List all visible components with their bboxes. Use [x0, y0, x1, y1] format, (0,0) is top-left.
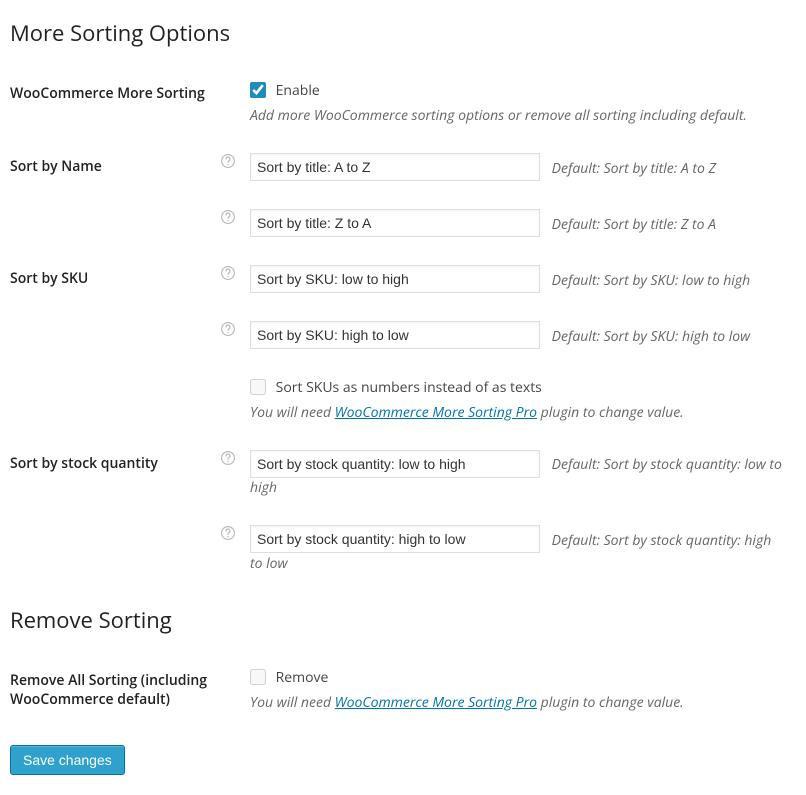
label-sort-by-stock: Sort by stock quantity: [10, 436, 220, 512]
remove-pro-note: You will need WooCommerce More Sorting P…: [250, 693, 786, 712]
sku-numbers-checkbox-label: Sort SKUs as numbers instead of as texts: [276, 378, 542, 397]
help-icon[interactable]: [220, 209, 236, 225]
sort-sku-high-input[interactable]: [250, 321, 540, 349]
label-woocommerce-more-sorting: WooCommerce More Sorting: [10, 66, 220, 139]
label-sort-by-name: Sort by Name: [10, 139, 220, 195]
sort-sku-low-default: Default: Sort by SKU: low to high: [552, 271, 751, 290]
sort-name-desc-default: Default: Sort by title: Z to A: [552, 215, 716, 234]
sku-pro-note: You will need WooCommerce More Sorting P…: [250, 403, 786, 422]
sort-name-desc-input[interactable]: [250, 209, 540, 237]
sort-sku-high-default: Default: Sort by SKU: high to low: [552, 327, 751, 346]
sort-name-asc-input[interactable]: [250, 153, 540, 181]
remove-checkbox-label: Remove: [276, 668, 329, 687]
enable-description: Add more WooCommerce sorting options or …: [250, 106, 786, 125]
enable-checkbox-label: Enable: [276, 81, 320, 100]
sku-pro-note-prefix: You will need: [250, 403, 335, 422]
remove-checkbox: [250, 669, 266, 685]
sort-stock-low-input[interactable]: [250, 450, 540, 478]
remove-pro-note-prefix: You will need: [250, 693, 335, 712]
help-icon[interactable]: [220, 525, 236, 541]
sort-sku-low-input[interactable]: [250, 265, 540, 293]
help-icon[interactable]: [220, 153, 236, 169]
section-title-remove-sorting: Remove Sorting: [10, 597, 796, 647]
help-icon[interactable]: [220, 265, 236, 281]
remove-pro-note-suffix: plugin to change value.: [537, 693, 684, 712]
sort-stock-high-input[interactable]: [250, 525, 540, 553]
help-icon[interactable]: [220, 450, 236, 466]
save-button[interactable]: Save changes: [10, 745, 125, 775]
remove-pro-link[interactable]: WooCommerce More Sorting Pro: [335, 693, 537, 712]
enable-checkbox-wrapper[interactable]: Enable: [250, 80, 320, 99]
label-remove-all-sorting: Remove All Sorting (including WooCommerc…: [10, 653, 220, 727]
sku-pro-link[interactable]: WooCommerce More Sorting Pro: [335, 403, 537, 422]
sort-name-asc-default: Default: Sort by title: A to Z: [552, 159, 716, 178]
section-title-more-sorting: More Sorting Options: [10, 10, 796, 60]
enable-checkbox[interactable]: [250, 82, 266, 98]
sku-numbers-checkbox: [250, 379, 266, 395]
help-icon[interactable]: [220, 321, 236, 337]
sku-numbers-checkbox-wrapper: Sort SKUs as numbers instead of as texts: [250, 377, 542, 396]
sku-pro-note-suffix: plugin to change value.: [537, 403, 684, 422]
label-sort-by-sku: Sort by SKU: [10, 251, 220, 307]
remove-checkbox-wrapper: Remove: [250, 667, 328, 686]
